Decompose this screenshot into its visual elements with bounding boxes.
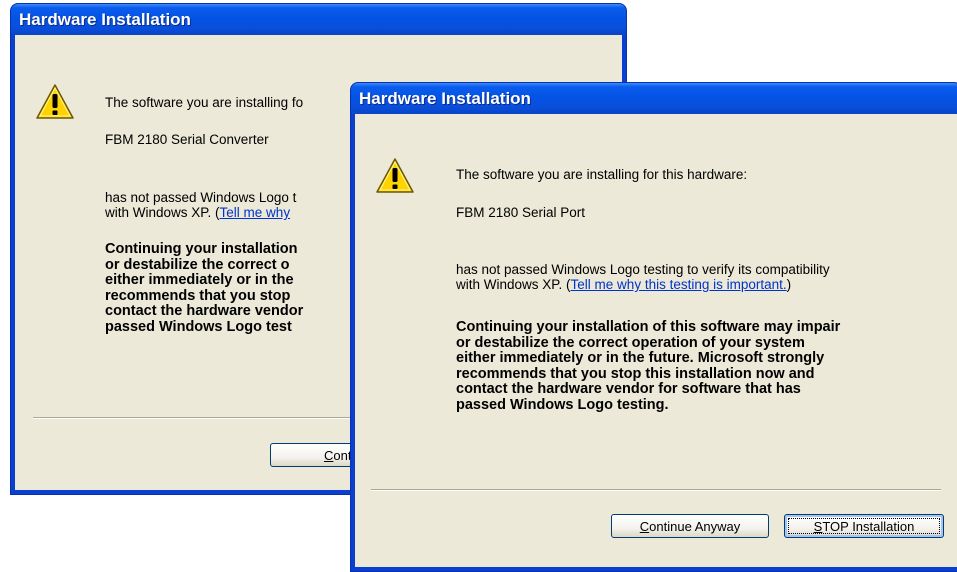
front-dialog: Hardware Installation The software you a… (350, 82, 957, 572)
front-para-line2: with Windows XP. (456, 277, 567, 292)
front-tell-me-why-link[interactable]: Tell me why this testing is important. (571, 277, 787, 292)
back-para-line2: with Windows XP. (105, 205, 216, 220)
front-dialog-title: Hardware Installation (359, 89, 531, 108)
back-warning-line: or destabilize the correct o (105, 256, 290, 273)
front-warning-line: Continuing your installation of this sof… (456, 319, 841, 335)
continue-anyway-button[interactable]: Continue Anyway (611, 514, 769, 538)
front-warning-line: contact the hardware vendor for software… (456, 381, 801, 397)
front-intro-text: The software you are installing for this… (456, 167, 748, 182)
front-dialog-titlebar[interactable]: Hardware Installation (351, 83, 957, 114)
back-logo-paragraph: has not passed Windows Logo t with Windo… (105, 190, 296, 220)
back-para-line1: has not passed Windows Logo t (105, 190, 297, 205)
warning-icon (36, 84, 74, 119)
front-warning-text: Continuing your installation of this sof… (456, 319, 841, 413)
back-warning-line: either immediately or in the (105, 272, 294, 288)
back-dialog-title: Hardware Installation (19, 10, 191, 29)
front-warning-line: passed Windows Logo testing. (456, 396, 669, 413)
back-dialog-titlebar[interactable]: Hardware Installation (11, 4, 626, 35)
warning-icon (376, 158, 414, 193)
front-logo-paragraph: has not passed Windows Logo testing to v… (456, 262, 830, 292)
back-warning-line: contact the hardware vendor (105, 303, 304, 319)
back-warning-line: passed Windows Logo test (105, 318, 292, 335)
back-intro-text: The software you are installing fo (105, 95, 304, 110)
continue-anyway-label: ontinue Anyway (649, 518, 741, 534)
front-warning-line: recommends that you stop this installati… (456, 365, 815, 382)
back-warning-line: recommends that you stop (105, 287, 291, 304)
front-dialog-body: The software you are installing for this… (355, 114, 957, 567)
back-warning-line: Continuing your installation (105, 241, 298, 257)
front-link-close: ) (786, 277, 792, 292)
back-device-name: FBM 2180 Serial Converter (105, 132, 269, 147)
back-warning-text: Continuing your installation or destabil… (105, 241, 304, 335)
front-warning-line: either immediately or in the future. Mic… (456, 350, 825, 366)
back-tell-me-why-link[interactable]: Tell me why (220, 205, 291, 220)
continue-anyway-accel: C (639, 518, 650, 534)
front-separator (371, 489, 941, 491)
back-continue-accel: C (323, 447, 334, 463)
front-para-line1: has not passed Windows Logo testing to v… (456, 262, 830, 277)
front-warning-line: or destabilize the correct operation of … (456, 334, 805, 351)
stop-installation-button[interactable]: STOP Installation (784, 514, 944, 538)
stop-installation-label: TOP Installation (822, 518, 915, 534)
front-device-name: FBM 2180 Serial Port (456, 205, 586, 220)
